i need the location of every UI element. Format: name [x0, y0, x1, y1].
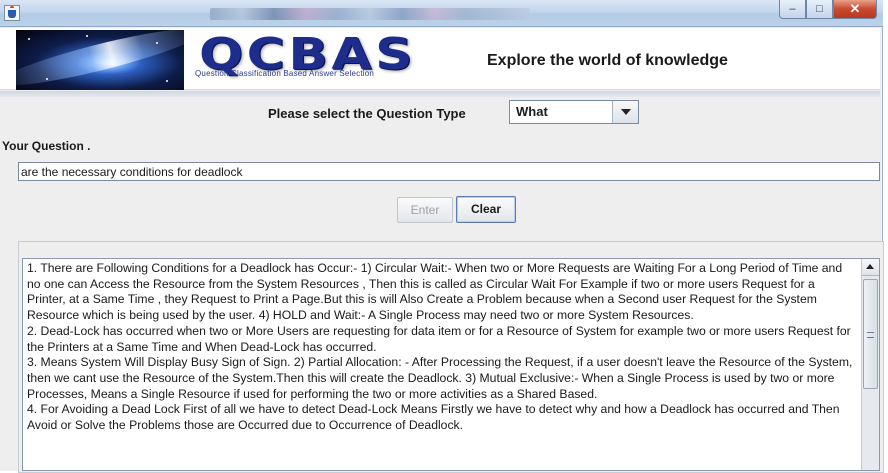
star — [166, 80, 168, 82]
your-question-label: Your Question . — [2, 139, 91, 153]
logo-subtitle: Question Classification Based Answer Sel… — [195, 69, 375, 78]
question-input[interactable] — [18, 162, 880, 181]
cup-shape — [8, 10, 16, 18]
minimize-button[interactable]: – — [779, 0, 806, 19]
star — [86, 35, 88, 37]
window-controls: – □ ✕ — [779, 0, 877, 20]
galaxy-image — [16, 30, 184, 90]
tagline: Explore the world of knowledge — [487, 52, 728, 69]
close-button[interactable]: ✕ — [833, 0, 877, 19]
window-title-blurred — [210, 8, 530, 20]
answer-text: 1. There are Following Conditions for a … — [27, 261, 853, 433]
answer-textarea[interactable]: 1. There are Following Conditions for a … — [22, 258, 880, 471]
scroll-thumb[interactable] — [863, 279, 878, 389]
star — [46, 78, 48, 80]
question-type-value: What — [516, 104, 548, 119]
scroll-up-arrow-icon[interactable] — [862, 259, 879, 276]
clear-button[interactable]: Clear — [456, 196, 516, 223]
maximize-button[interactable]: □ — [806, 0, 833, 19]
title-bar[interactable]: – □ ✕ — [0, 0, 883, 27]
vertical-scrollbar[interactable] — [861, 259, 879, 470]
question-type-dropdown[interactable]: What — [509, 100, 639, 124]
header-separator — [0, 91, 880, 97]
galaxy-streak — [16, 30, 184, 90]
header-banner: QCBAS Question Classification Based Answ… — [0, 28, 880, 90]
enter-button[interactable]: Enter — [397, 197, 453, 223]
chevron-down-icon[interactable] — [612, 101, 638, 123]
star — [156, 42, 158, 44]
star — [28, 38, 30, 40]
qcbas-logo: QCBAS Question Classification Based Answ… — [193, 29, 458, 81]
java-cup-icon[interactable] — [4, 5, 20, 21]
app-window: – □ ✕ QCBAS Question Classification Base… — [0, 0, 884, 473]
question-type-label: Please select the Question Type — [268, 106, 466, 121]
